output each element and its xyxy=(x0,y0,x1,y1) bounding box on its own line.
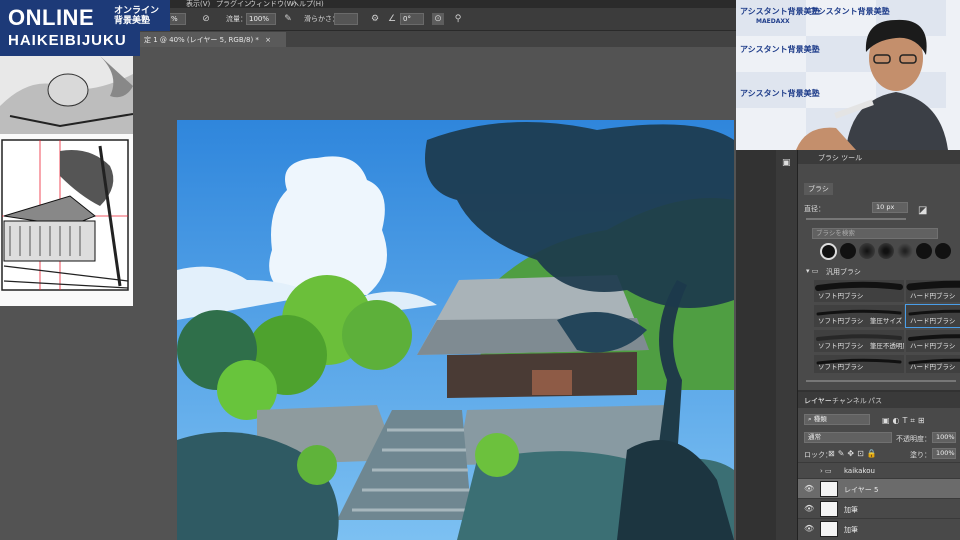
brush-panel-header: ブラシ ツール xyxy=(798,150,960,164)
video-brand-text-4: アシスタント背景美塾 xyxy=(740,89,820,98)
flow-field[interactable]: 100% xyxy=(246,13,276,25)
brush-tip-6[interactable] xyxy=(916,243,932,259)
tab-paths[interactable]: パス xyxy=(868,396,882,406)
video-brand-text-3: アシスタント背景美塾 xyxy=(740,45,820,54)
brush-tip-5[interactable] xyxy=(897,243,913,259)
layer-name: 加筆 xyxy=(844,526,858,534)
tab-layers[interactable]: レイヤー xyxy=(804,396,832,406)
blend-mode-select[interactable]: 通常 xyxy=(804,432,892,443)
history-icon[interactable]: ▣ xyxy=(782,158,791,168)
panel-icon-strip: ▣ xyxy=(776,150,798,540)
brush-search-input[interactable]: ブラシを検索 xyxy=(812,228,938,239)
video-brand-text-2: アシスタント背景美塾 xyxy=(810,7,890,16)
layer-thumbnail xyxy=(820,481,838,497)
brush-tip-4[interactable] xyxy=(878,243,894,259)
opacity-field[interactable]: % xyxy=(168,13,186,25)
document-title: 定 1 @ 40% (レイヤー 5, RGB/8) * xyxy=(144,36,259,44)
fill-field[interactable]: 100% xyxy=(932,448,956,459)
fill-label: 塗り： xyxy=(910,451,931,459)
lock-icons[interactable]: ⊠✎✥⊡🔒 xyxy=(828,449,880,458)
layer-filter-select[interactable]: ⌕ 種類 xyxy=(804,414,870,425)
flow-label: 流量： xyxy=(226,15,247,23)
layer-row-selected[interactable]: 👁 レイヤー 5 xyxy=(798,478,960,498)
logo-japanese-text: オンライン 背景美塾 xyxy=(114,6,160,26)
brush-size-slider[interactable] xyxy=(806,218,906,220)
layer-row[interactable]: 👁 加筆 xyxy=(798,518,960,538)
layer-opacity-label: 不透明度： xyxy=(896,435,931,443)
close-icon[interactable]: × xyxy=(265,36,271,44)
brush-preset-5[interactable]: ソフト円ブラシ 筆圧不透明度 xyxy=(814,330,904,352)
painting-canvas[interactable] xyxy=(177,120,734,540)
brush-preset-4[interactable]: ハード円ブラシ xyxy=(905,304,960,328)
brush-preset-8[interactable]: ハード円ブラシ xyxy=(906,355,960,373)
angle-icon: ∠ xyxy=(387,14,397,24)
brush-tab[interactable]: ブラシ xyxy=(804,183,833,195)
layers-panel-tabs: レイヤー チャンネル パス xyxy=(798,392,960,408)
instructor-video-feed: アシスタント背景美塾 アシスタント背景美塾 アシスタント背景美塾 アシスタント背… xyxy=(736,0,960,150)
eye-icon[interactable]: 👁 xyxy=(804,524,814,533)
layer-thumbnail xyxy=(820,521,838,537)
brush-size-label: 直径： xyxy=(804,205,825,213)
airbrush-icon[interactable]: ✎ xyxy=(282,13,294,25)
brush-tip-row xyxy=(804,242,954,260)
folder-chevron-icon[interactable]: ▾ ▭ xyxy=(806,267,818,275)
pressure-opacity-icon[interactable]: ⊘ xyxy=(200,13,212,25)
angle-field[interactable]: 0° xyxy=(400,13,424,25)
brush-preset-7[interactable]: ソフト円ブラシ xyxy=(814,355,904,373)
pressure-size-icon[interactable]: ⊙ xyxy=(432,13,444,25)
layer-opacity-field[interactable]: 100% xyxy=(932,432,956,443)
smoothing-field[interactable] xyxy=(334,13,358,25)
tab-channels[interactable]: チャンネル xyxy=(832,396,867,406)
brush-tip-2[interactable] xyxy=(840,243,856,259)
photoshop-stream-screen: 表示(V) プラグイン ウィンドウ(W) ヘルプ(H) % ⊘ 流量： 100%… xyxy=(0,0,960,540)
video-sub-text: MAEDAXX xyxy=(756,18,790,25)
brush-panel: ブラシ ツール ブラシ 直径： 10 px ◪ ブラシを検索 ▾ ▭ 汎用ブラシ… xyxy=(798,150,960,390)
brush-preset-3[interactable]: ソフト円ブラシ 筆圧サイズ xyxy=(814,305,904,327)
eye-icon[interactable]: 👁 xyxy=(804,484,814,493)
logo-haikeibijuku-text: HAIKEIBIJUKU xyxy=(8,32,127,49)
layer-thumbnail xyxy=(820,501,838,517)
brush-preset-1[interactable]: ソフト円ブラシ xyxy=(814,280,904,302)
layer-name: 加筆 xyxy=(844,506,858,514)
layer-filter-icons[interactable]: ▣◐T⌗⊞ xyxy=(882,416,928,426)
brush-preset-2[interactable]: ハード円ブラシ xyxy=(906,280,960,302)
brush-tip-1[interactable] xyxy=(820,243,837,260)
video-brand-text-1: アシスタント背景美塾 xyxy=(740,7,820,16)
brush-tip-3[interactable] xyxy=(859,243,875,259)
reference-sketch xyxy=(0,56,134,306)
gear-icon[interactable]: ⚙ xyxy=(369,13,381,25)
layer-row-group[interactable]: › ▭ kaikakou xyxy=(798,462,960,478)
layer-name: kaikakou xyxy=(844,467,875,475)
brush-folder-name: 汎用ブラシ xyxy=(826,268,861,276)
document-tab[interactable]: 定 1 @ 40% (レイヤー 5, RGB/8) * × xyxy=(140,32,286,47)
layer-name: レイヤー 5 xyxy=(844,486,879,494)
layer-row[interactable]: 👁 加筆 xyxy=(798,498,960,518)
eye-icon[interactable]: 👁 xyxy=(804,504,814,513)
layer-filter-label: 種類 xyxy=(813,415,827,423)
symmetry-icon[interactable]: ⚲ xyxy=(452,13,464,25)
brush-tip-7[interactable] xyxy=(935,243,951,259)
folder-icon: › ▭ xyxy=(820,467,832,475)
brush-tool-title: ブラシ ツール xyxy=(818,154,863,162)
layers-panel: レイヤー チャンネル パス ⌕ 種類 ▣◐T⌗⊞ 通常 不透明度： 100% ロ… xyxy=(798,392,960,540)
brush-size-field[interactable]: 10 px xyxy=(872,202,908,213)
logo-online-text: ONLINE xyxy=(8,5,95,30)
brush-preset-6[interactable]: ハード円ブラシ xyxy=(906,330,960,352)
preview-size-slider[interactable] xyxy=(806,380,956,382)
document-tab-bar: 定 1 @ 40% (レイヤー 5, RGB/8) * × xyxy=(140,31,736,47)
brush-edit-icon[interactable]: ◪ xyxy=(918,205,927,216)
